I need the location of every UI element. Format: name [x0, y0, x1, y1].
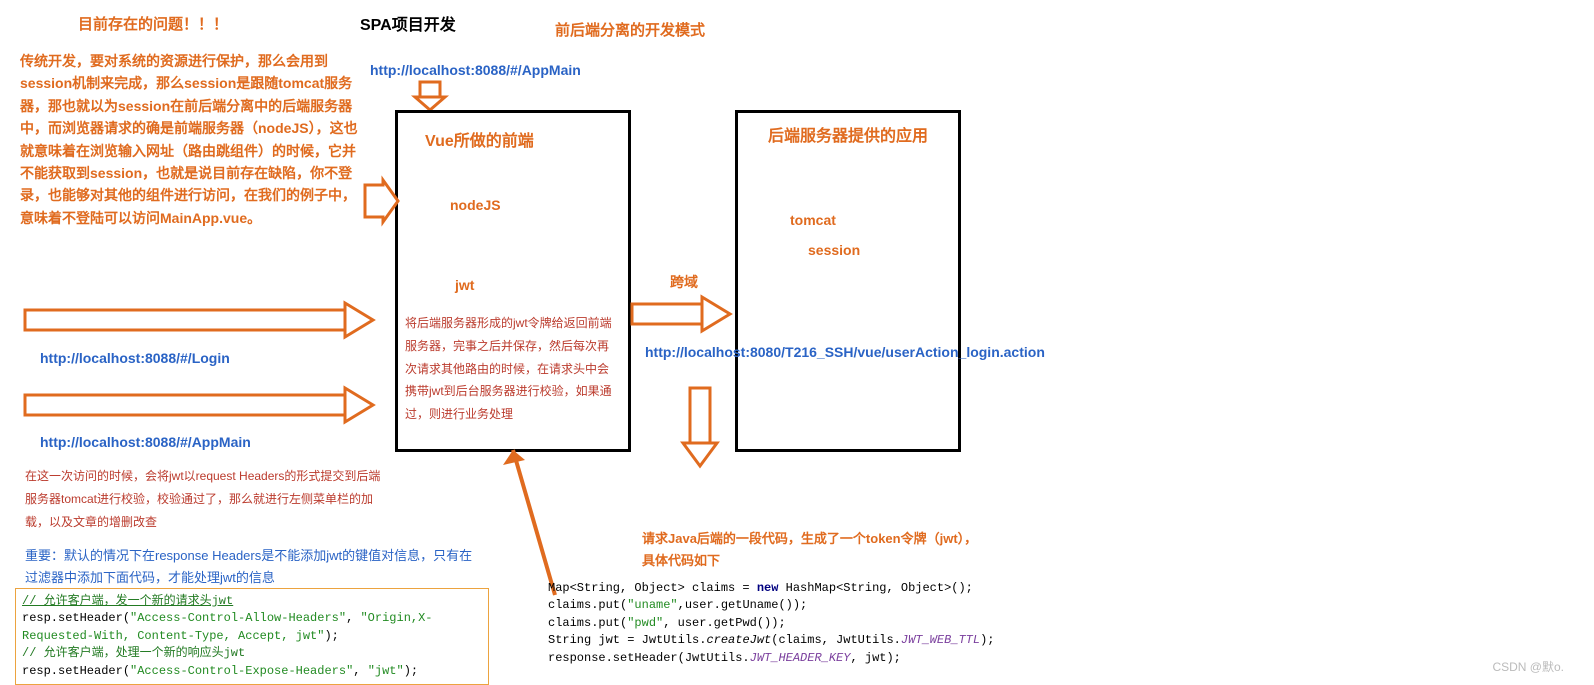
- frontend-desc: 将后端服务器形成的jwt令牌给返回前端服务器，完事之后并保存，然后每次再次请求其…: [405, 312, 620, 426]
- url-appmain-bottom: http://localhost:8088/#/AppMain: [40, 432, 251, 453]
- heading-mode: 前后端分离的开发模式: [555, 20, 705, 43]
- code1-l2b: "Access-Control-Allow-Headers": [130, 611, 346, 625]
- backend-title: 后端服务器提供的应用: [768, 125, 938, 149]
- backend-box: [735, 110, 961, 452]
- c2-l2a: claims.put(: [548, 598, 627, 612]
- watermark: CSDN @默o.: [1492, 658, 1564, 675]
- c2-l1a: Map<String, Object> claims =: [548, 581, 757, 595]
- code-filter: // 允许客户端，发一个新的请求头jwt resp.setHeader("Acc…: [15, 588, 489, 685]
- arrow-cross-domain: [632, 294, 732, 334]
- arrow-login: [25, 300, 375, 340]
- c2-l5a: response.setHeader(JwtUtils.: [548, 651, 750, 665]
- url-login: http://localhost:8088/#/Login: [40, 348, 230, 369]
- c2-l4e: );: [980, 633, 994, 647]
- frontend-title: Vue所做的前端: [425, 130, 534, 154]
- c2-l3c: , user.getPwd());: [663, 616, 785, 630]
- arrow-appmain-bottom: [25, 385, 375, 425]
- frontend-jwt: jwt: [455, 275, 474, 296]
- backend-tomcat: tomcat: [790, 210, 836, 231]
- frontend-nodejs: nodeJS: [450, 195, 501, 216]
- code1-l4b: "Access-Control-Expose-Headers": [130, 664, 353, 678]
- heading-problem: 目前存在的问题！！！: [78, 14, 228, 37]
- code1-l4d: "jwt": [368, 664, 404, 678]
- c2-l4c: (claims, JwtUtils.: [771, 633, 901, 647]
- code-java-jwt: Map<String, Object> claims = new HashMap…: [548, 580, 1108, 667]
- visit-note: 在这一次访问的时候，会将jwt以request Headers的形式提交到后端服…: [25, 465, 385, 533]
- code1-l4e: );: [404, 664, 418, 678]
- cross-domain-label: 跨域: [670, 272, 698, 293]
- blue-important-note: 重要：默认的情况下在response Headers是不能添加jwt的键值对信息…: [25, 545, 485, 589]
- code1-l2a: resp.setHeader(: [22, 611, 130, 625]
- c2-l5c: , jwt);: [850, 651, 900, 665]
- c2-l1b: new: [757, 581, 779, 595]
- c2-l2c: ,user.getUname());: [678, 598, 808, 612]
- code1-l4c: ,: [353, 664, 367, 678]
- diagram-canvas: 目前存在的问题！！！ SPA项目开发 前后端分离的开发模式 传统开发，要对系统的…: [0, 0, 1594, 680]
- arrow-left-to-frontbox: [365, 180, 400, 222]
- left-paragraph: 传统开发，要对系统的资源进行保护，那么会用到session机制来完成，那么ses…: [20, 50, 360, 229]
- arrow-backend-down: [680, 388, 720, 468]
- c2-l2b: "uname": [627, 598, 677, 612]
- heading-spa: SPA项目开发: [360, 14, 456, 38]
- arrow-down-to-frontbox: [410, 82, 450, 112]
- c2-l3b: "pwd": [627, 616, 663, 630]
- c2-l3a: claims.put(: [548, 616, 627, 630]
- code1-l2c: ,: [346, 611, 360, 625]
- url-backend: http://localhost:8080/T216_SSH/vue/userA…: [645, 342, 945, 363]
- c2-l4d: JWT_WEB_TTL: [901, 633, 980, 647]
- java-desc: 请求Java后端的一段代码，生成了一个token令牌（jwt），具体代码如下: [642, 528, 982, 572]
- c2-l4a: String jwt = JwtUtils.: [548, 633, 706, 647]
- url-appmain-top: http://localhost:8088/#/AppMain: [370, 60, 581, 81]
- c2-l5b: JWT_HEADER_KEY: [750, 651, 851, 665]
- code1-l4a: resp.setHeader(: [22, 664, 130, 678]
- c2-l4b: createJwt: [706, 633, 771, 647]
- c2-l1c: HashMap<String, Object>();: [778, 581, 972, 595]
- backend-session: session: [808, 240, 860, 261]
- code1-l2e: );: [324, 629, 338, 643]
- code1-comment2: // 允许客户端，处理一个新的响应头jwt: [22, 646, 245, 660]
- code1-comment1: // 允许客户端，发一个新的请求头jwt: [22, 594, 233, 608]
